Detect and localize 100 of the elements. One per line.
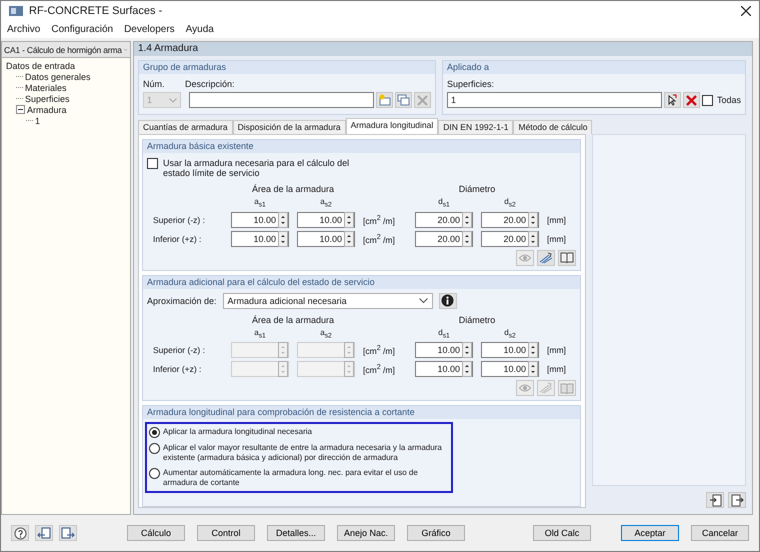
checkbox-label: Todas [716, 95, 741, 105]
cursor-icon [666, 94, 678, 106]
column-header: d$_{s2}$ [503, 197, 517, 209]
unit-label: [mm] [547, 214, 567, 225]
unit-label: [cm$^{2}$ /m] [363, 232, 396, 244]
case-dropdown[interactable]: CA1 - Cálculo de hormigón arma [1, 41, 131, 58]
group-title: Armadura longitudinal para comprobación de resistencia a cortante [143, 406, 580, 420]
copy-button[interactable] [395, 92, 412, 108]
spin-field[interactable]: 10.00 [297, 230, 355, 247]
info-icon [441, 294, 454, 308]
spin-arrows-icon[interactable] [344, 230, 354, 247]
windows-icon [397, 94, 410, 106]
spin-field[interactable]: 10.00 [415, 342, 473, 358]
spin-arrows-icon[interactable] [462, 342, 472, 358]
info-button[interactable] [438, 292, 457, 309]
menu-item[interactable]: Ayuda [186, 24, 214, 35]
group-title: Armadura básica existente [143, 140, 580, 153]
menu-item[interactable]: Archivo [7, 24, 40, 35]
spin-field[interactable]: 20.00 [481, 230, 539, 247]
document-arrow-icon [37, 526, 51, 540]
eye-icon [519, 383, 531, 394]
spin-arrows-icon[interactable] [462, 212, 472, 228]
tab[interactable]: Método de cálculo [513, 120, 592, 134]
spin-field[interactable]: 10.00 [481, 361, 539, 378]
spin-arrows-icon[interactable] [278, 212, 288, 228]
tree-item[interactable]: Armadura [27, 104, 67, 114]
export-button[interactable] [728, 492, 746, 508]
menu-item[interactable]: Developers [124, 24, 175, 35]
spin-field[interactable]: 20.00 [481, 212, 539, 228]
group-title: Armadura adicional para el cálculo del estado de servicio [143, 276, 580, 289]
close-icon[interactable] [741, 6, 751, 16]
app-icon [9, 5, 23, 17]
hatched-bar-icon [539, 252, 553, 264]
checkbox[interactable] [147, 158, 158, 169]
spin-arrows-icon[interactable] [344, 212, 354, 228]
dialog-button[interactable]: Cálculo [127, 525, 185, 541]
book-icon [560, 252, 574, 264]
tree-item[interactable]: Datos de entrada [6, 60, 76, 70]
tool-button[interactable] [537, 250, 555, 266]
spin-field[interactable]: 10.00 [231, 212, 289, 228]
tab[interactable]: Disposición de la armadura [232, 120, 346, 134]
spin-arrows-icon[interactable] [278, 230, 288, 247]
spin-arrows-icon[interactable] [528, 230, 538, 247]
clear-button[interactable] [682, 92, 700, 108]
checkbox[interactable] [702, 94, 713, 106]
spin-field[interactable]: 20.00 [415, 212, 473, 228]
tree-item[interactable]: Superficies [25, 94, 70, 104]
new-button[interactable] [376, 92, 393, 108]
tab[interactable]: Cuantías de armadura [138, 120, 233, 134]
tab[interactable]: Armadura longitudinal [346, 118, 438, 134]
dialog-button[interactable]: Control [197, 525, 255, 541]
import-button[interactable] [706, 492, 724, 508]
document-arrow-icon [708, 494, 722, 506]
tool-button[interactable] [558, 250, 576, 266]
spin-field[interactable]: 10.00 [481, 342, 539, 358]
pick-button[interactable] [664, 92, 681, 108]
tree-item[interactable]: Datos generales [25, 72, 91, 82]
spin-field[interactable]: 20.00 [415, 230, 473, 247]
tree-item[interactable]: 1 [35, 116, 40, 126]
dialog-button[interactable]: Aceptar [621, 525, 679, 541]
spin-field[interactable]: 10.00 [297, 212, 355, 228]
spin-field[interactable]: 10.00 [415, 361, 473, 378]
column-group-header: Diámetro [458, 184, 496, 194]
import-button[interactable] [59, 525, 77, 541]
column-group-header: Área de la armadura [250, 184, 336, 194]
row-label: Superior (-z) : [153, 345, 206, 356]
surfaces-field[interactable]: 1 [447, 92, 662, 108]
radio-label: Aplicar el valor mayor resultante de entre la armadura necesaria y la armadura existente (armadura básica y adicional) por dirección de armadura [163, 443, 443, 464]
tab[interactable]: DIN EN 1992-1-1 [438, 120, 514, 134]
unit-label: [mm] [547, 364, 567, 374]
spin-arrows-icon[interactable] [462, 361, 472, 378]
spin-arrows-icon[interactable] [528, 212, 538, 228]
dialog-button[interactable]: Old Calc [533, 525, 591, 541]
help-button[interactable] [11, 525, 29, 541]
approximation-dropdown[interactable]: Armadura adicional necesaria [222, 292, 433, 309]
radio-button[interactable] [149, 443, 160, 454]
tree-item[interactable]: Materiales [25, 82, 67, 92]
dialog-button[interactable]: Detalles... [267, 525, 325, 541]
description-field[interactable] [189, 92, 374, 108]
radio-button[interactable] [149, 468, 160, 480]
eye-icon [519, 252, 531, 263]
collapse-icon[interactable] [16, 105, 25, 114]
dialog-button[interactable]: Anejo Nac. [337, 525, 395, 541]
spin-field[interactable]: 10.00 [231, 230, 289, 247]
group-title: Grupo de armaduras [139, 61, 435, 74]
unit-label: [cm$^{2}$ /m] [363, 344, 396, 356]
menu-item[interactable]: Configuración [51, 24, 114, 35]
export-button[interactable] [35, 525, 53, 541]
radio-button[interactable] [149, 427, 160, 438]
dialog-button[interactable]: Gráfico [407, 525, 465, 541]
radio-label: Aumentar automáticamente la armadura long. nec. para evitar el uso de armadura de cortante [163, 468, 419, 488]
unit-label: [cm$^{2}$ /m] [363, 363, 396, 376]
spin-arrows-icon[interactable] [462, 230, 472, 247]
column-header: d$_{s1}$ [437, 328, 451, 340]
document-arrow-icon [730, 494, 744, 506]
spin-arrows-icon[interactable] [528, 342, 538, 358]
dialog-button[interactable]: Cancelar [691, 525, 749, 541]
section-title: 1.4 Armadura [134, 42, 752, 56]
cross-icon [417, 94, 428, 106]
spin-arrows-icon[interactable] [528, 361, 538, 378]
